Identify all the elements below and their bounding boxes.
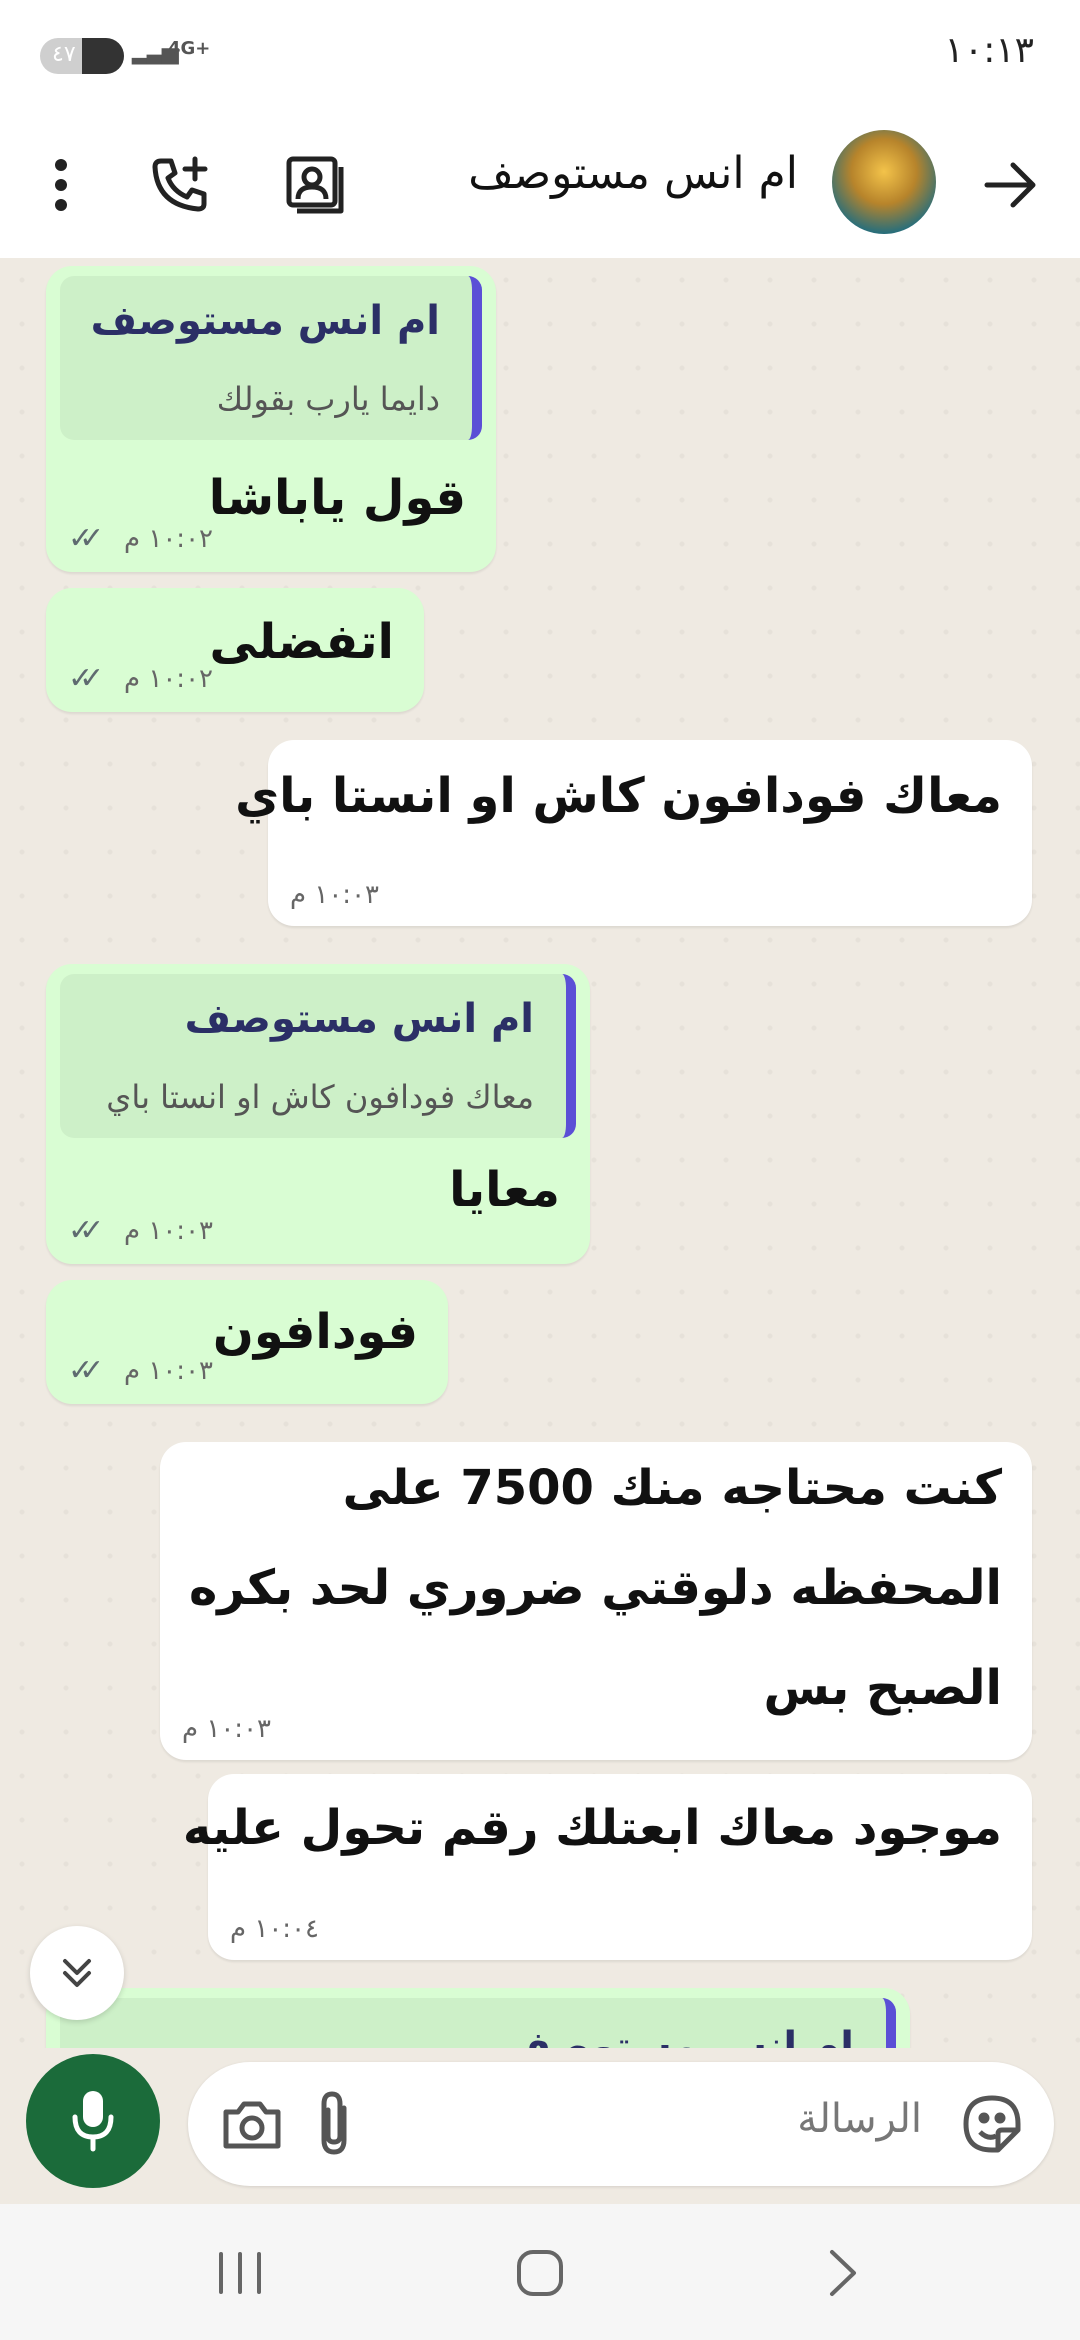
- quoted-author: ام انس مستوصف: [184, 996, 534, 1042]
- attach-icon[interactable]: [304, 2088, 368, 2160]
- battery-level: ٤٧: [52, 42, 76, 67]
- network-type: 4G+: [168, 38, 211, 59]
- quoted-author: ام انس مستوصف: [504, 2024, 854, 2048]
- message-text-line: كنت محتاجه منك 7500 على: [342, 1460, 1002, 1516]
- recents-icon[interactable]: [210, 2248, 270, 2298]
- quoted-message[interactable]: ام انس مستوصف معاك فودافون كاش او انستا …: [60, 974, 576, 1138]
- back-icon[interactable]: [812, 2248, 872, 2298]
- contact-avatar[interactable]: [832, 130, 936, 234]
- double-check-icon: ✓✓: [68, 1213, 104, 1248]
- message-time: ١٠:٠٣ م: [290, 880, 379, 910]
- double-check-icon: ✓✓: [68, 521, 104, 556]
- chat-area[interactable]: ام انس مستوصف دايما يارب بقولك قول ياباش…: [0, 258, 1080, 2048]
- message-bubble-incoming[interactable]: كنت محتاجه منك 7500 على المحفظه دلوقتي ض…: [160, 1442, 1032, 1760]
- message-text: فودافون: [212, 1304, 418, 1360]
- contact-name[interactable]: ام انس مستوصف: [468, 148, 798, 199]
- message-meta: ١٠:٠٣ م: [290, 880, 379, 910]
- back-arrow-icon[interactable]: [976, 150, 1046, 220]
- quoted-text: معاك فودافون كاش او انستا باي: [106, 1078, 534, 1116]
- message-text: اتفضلى: [209, 614, 394, 670]
- double-check-icon: ✓✓: [68, 1353, 104, 1388]
- message-time: ١٠:٠٢ م: [124, 663, 213, 694]
- camera-icon[interactable]: [220, 2092, 284, 2156]
- message-text: معايا: [449, 1162, 560, 1218]
- message-time: ١٠:٠٣ م: [124, 1355, 213, 1386]
- message-text: قول ياباشا: [208, 470, 466, 526]
- message-bubble-outgoing[interactable]: فودافون ✓✓ ١٠:٠٣ م: [46, 1280, 448, 1404]
- home-icon[interactable]: [510, 2248, 570, 2298]
- message-meta: ١٠:٠٣ م: [182, 1714, 271, 1744]
- message-bubble-outgoing[interactable]: ام انس مستوصف معاك فودافون كاش او انستا …: [46, 964, 590, 1264]
- message-time: ١٠:٠٣ م: [124, 1215, 213, 1246]
- add-call-icon[interactable]: [146, 150, 216, 220]
- quoted-text: دايما يارب بقولك: [216, 380, 440, 418]
- status-bar: ٤٧ ▂▃▅ 4G+ ١٠:١٣: [0, 0, 1080, 110]
- battery-icon: ٤٧: [40, 38, 124, 74]
- status-time: ١٠:١٣: [944, 30, 1034, 71]
- message-time: ١٠:٠٢ م: [124, 523, 213, 554]
- message-bubble-outgoing[interactable]: اتفضلى ✓✓ ١٠:٠٢ م: [46, 588, 424, 712]
- message-bubble-outgoing[interactable]: ام انس مستوصف دايما يارب بقولك قول ياباش…: [46, 266, 496, 572]
- quoted-author: ام انس مستوصف: [90, 298, 440, 344]
- message-input-placeholder[interactable]: الرسالة: [797, 2096, 922, 2142]
- system-nav-bar: [0, 2204, 1080, 2340]
- message-meta: ١٠:٠٤ م: [230, 1914, 319, 1944]
- message-meta: ✓✓ ١٠:٠٢ م: [68, 521, 213, 556]
- message-meta: ✓✓ ١٠:٠٢ م: [68, 661, 213, 696]
- message-bubble-incoming[interactable]: معاك فودافون كاش او انستا باي ١٠:٠٣ م: [235, 740, 1032, 926]
- message-text-line: الصبح بس: [763, 1660, 1002, 1716]
- message-text: معاك فودافون كاش او انستا باي: [235, 768, 1002, 824]
- message-bubble-incoming[interactable]: موجود معاك ابعتلك رقم تحول عليه ١٠:٠٤ م: [183, 1774, 1032, 1960]
- chevron-double-down-icon: [63, 1959, 91, 1987]
- contact-card-icon[interactable]: [280, 150, 350, 220]
- message-composer[interactable]: الرسالة: [188, 2062, 1054, 2186]
- more-options-icon[interactable]: [26, 150, 96, 220]
- mic-icon: [72, 2091, 114, 2152]
- message-bubble-outgoing-partial[interactable]: ام انس مستوصف: [46, 1988, 910, 2048]
- quoted-message[interactable]: ام انس مستوصف دايما يارب بقولك: [60, 276, 482, 440]
- message-time: ١٠:٠٣ م: [182, 1714, 271, 1744]
- message-meta: ✓✓ ١٠:٠٣ م: [68, 1213, 213, 1248]
- double-check-icon: ✓✓: [68, 661, 104, 696]
- scroll-to-bottom-button[interactable]: [30, 1926, 124, 2020]
- message-text-line: المحفظه دلوقتي ضروري لحد بكره: [188, 1560, 1002, 1616]
- message-time: ١٠:٠٤ م: [230, 1914, 319, 1944]
- message-text: موجود معاك ابعتلك رقم تحول عليه: [182, 1800, 1002, 1856]
- mic-button[interactable]: [26, 2054, 160, 2188]
- quoted-message[interactable]: ام انس مستوصف: [60, 1998, 896, 2048]
- sticker-icon[interactable]: [960, 2092, 1024, 2156]
- message-meta: ✓✓ ١٠:٠٣ م: [68, 1353, 213, 1388]
- chat-header: ام انس مستوصف: [0, 110, 1080, 258]
